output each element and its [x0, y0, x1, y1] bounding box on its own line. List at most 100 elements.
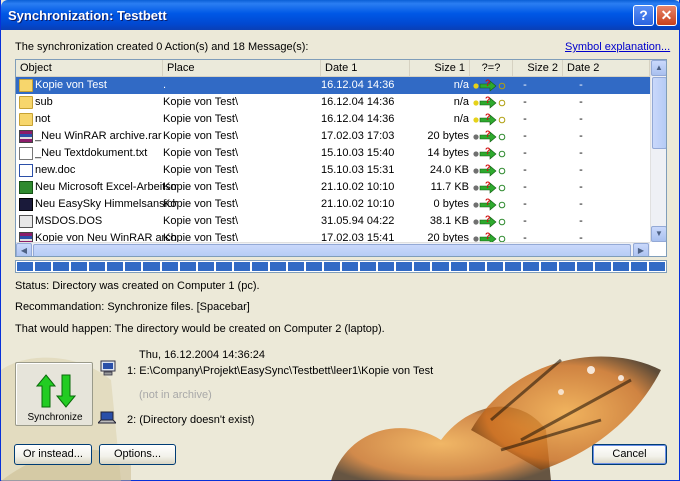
cell-place: Kopie von Test\ — [163, 147, 239, 159]
svg-text:?: ? — [485, 181, 491, 190]
cell-object: not — [35, 113, 51, 125]
progress-block — [613, 262, 630, 271]
sync-arrows-icon — [36, 374, 76, 408]
cell-date1: 15.10.03 15:40 — [321, 147, 395, 159]
sync-timestamp: Thu, 16.12.2004 14:36:24 — [139, 349, 265, 361]
column-header-date1[interactable]: Date 1 — [321, 60, 410, 77]
progress-block — [53, 262, 70, 271]
svg-text:?: ? — [485, 198, 491, 207]
column-header-size1[interactable]: Size 1 — [410, 60, 470, 77]
close-button[interactable]: ✕ — [656, 5, 677, 26]
recommendation-text: Recommandation: Synchronize files. [Spac… — [15, 301, 250, 313]
cell-place: Kopie von Test\ — [163, 198, 239, 210]
options-button[interactable]: Options... — [99, 444, 176, 465]
cell-date1: 16.12.04 14:36 — [321, 79, 395, 91]
progress-block — [251, 262, 268, 271]
archive-note: (not in archive) — [139, 389, 212, 401]
progress-block — [17, 262, 34, 271]
horizontal-scrollbar[interactable]: ◀ ▶ — [16, 242, 650, 256]
table-row[interactable]: Neu EasySky Himmelsansicht Kopie von Test… — [16, 196, 650, 213]
scroll-right-button[interactable]: ▶ — [633, 243, 649, 256]
scroll-left-button[interactable]: ◀ — [16, 243, 32, 256]
cell-date2: - — [579, 113, 583, 125]
cell-object: sub — [35, 96, 53, 108]
table-row[interactable]: MSDOS.DOS Kopie von Test\ 31.05.94 04:22 38… — [16, 213, 650, 230]
cell-size2: - — [523, 181, 527, 193]
table-row[interactable]: _Neu Textdokument.txt Kopie von Test\ 15.1… — [16, 145, 650, 162]
table-row[interactable]: Neu Microsoft Excel-Arbeitsmappe.xlsKopi… — [16, 179, 650, 196]
column-header-compare[interactable]: ?=? — [470, 60, 513, 77]
progress-block — [396, 262, 413, 271]
cell-size1: n/a — [453, 79, 469, 91]
table-row[interactable]: not Kopie von Test\ 16.12.04 14:36 n/a - -? — [16, 111, 650, 128]
progress-block — [35, 262, 52, 271]
cell-date1: 17.02.03 17:03 — [321, 130, 395, 142]
scroll-up-button[interactable]: ▲ — [651, 60, 666, 76]
vertical-scroll-thumb[interactable] — [652, 77, 666, 149]
cell-date2: - — [579, 147, 583, 159]
cancel-button[interactable]: Cancel — [592, 444, 667, 465]
cell-object: _Neu WinRAR archive.rar — [35, 130, 162, 142]
cell-place: Kopie von Test\ — [163, 96, 239, 108]
column-header-object[interactable]: Object — [16, 60, 163, 77]
cell-date2: - — [579, 215, 583, 227]
progress-block — [595, 262, 612, 271]
help-button[interactable]: ? — [633, 5, 654, 26]
cell-place: . — [163, 79, 167, 91]
table-row[interactable]: _Neu WinRAR archive.rar Kopie von Test\ 17… — [16, 128, 650, 145]
column-header-place[interactable]: Place — [163, 60, 321, 77]
progress-block — [432, 262, 449, 271]
progress-block — [468, 262, 485, 271]
progress-block — [71, 262, 88, 271]
symbol-explanation-link[interactable]: Symbol explanation... — [565, 41, 670, 53]
dos-file-icon — [19, 215, 33, 228]
progress-block — [378, 262, 395, 271]
laptop-icon — [98, 411, 116, 424]
cell-size1: n/a — [453, 113, 469, 125]
progress-block — [540, 262, 557, 271]
cell-object: new.doc — [35, 164, 76, 176]
scroll-down-button[interactable]: ▼ — [651, 226, 666, 242]
cell-place: Kopie von Test\ — [163, 130, 239, 142]
svg-text:?: ? — [485, 215, 491, 224]
cell-size1: 0 bytes — [433, 198, 469, 210]
progress-block — [522, 262, 539, 271]
horizontal-scroll-thumb[interactable] — [33, 244, 631, 256]
title-bar[interactable]: Synchronization: Testbett ? ✕ — [1, 0, 680, 30]
progress-block — [233, 262, 250, 271]
sync-direction-icon: ? — [473, 198, 506, 211]
text-file-icon — [19, 147, 33, 160]
vertical-scrollbar[interactable]: ▲ ▼ — [650, 60, 666, 242]
table-row[interactable]: sub Kopie von Test\ 16.12.04 14:36 n/a - -? — [16, 94, 650, 111]
column-header-date2[interactable]: Date 2 — [563, 60, 650, 77]
sync-direction-icon: ? — [473, 215, 506, 228]
progress-block — [107, 262, 124, 271]
column-header-size2[interactable]: Size 2 — [513, 60, 563, 77]
or-instead-button[interactable]: Or instead... — [14, 444, 92, 465]
cell-date2: - — [579, 198, 583, 210]
table-row[interactable]: Kopie von Test. 16.12.04 14:36 n/a - -? — [16, 77, 650, 94]
sync-dialog: Synchronization: Testbett ? ✕ The synchr… — [0, 0, 680, 481]
excel-icon — [19, 181, 33, 194]
cell-size2: - — [523, 130, 527, 142]
cell-place: Kopie von Test\ — [163, 181, 239, 193]
sync-direction-icon: ? — [473, 79, 506, 92]
message-list[interactable]: Object Place Date 1 Size 1 ?=? Size 2 Da… — [15, 59, 667, 257]
svg-text:?: ? — [485, 79, 491, 88]
progress-block — [360, 262, 377, 271]
table-row[interactable]: new.doc Kopie von Test\ 15.10.03 15:31 24.0… — [16, 162, 650, 179]
sync-direction-icon: ? — [473, 113, 506, 126]
folder-icon — [19, 113, 33, 126]
synchronize-label: Synchronize — [27, 412, 83, 423]
synchronize-button[interactable]: Synchronize — [15, 362, 93, 426]
cell-size1: 38.1 KB — [429, 215, 469, 227]
cell-size1: 20 bytes — [427, 130, 469, 142]
progress-block — [125, 262, 142, 271]
cell-size1: 14 bytes — [427, 147, 469, 159]
computer1-path: 1: E:\Company\Projekt\EasySync\Testbett\… — [127, 365, 434, 377]
sync-direction-icon: ? — [473, 181, 506, 194]
cell-size2: - — [523, 79, 527, 91]
cell-size2: - — [523, 96, 527, 108]
cell-object: MSDOS.DOS — [35, 215, 103, 227]
svg-text:?: ? — [485, 147, 491, 156]
